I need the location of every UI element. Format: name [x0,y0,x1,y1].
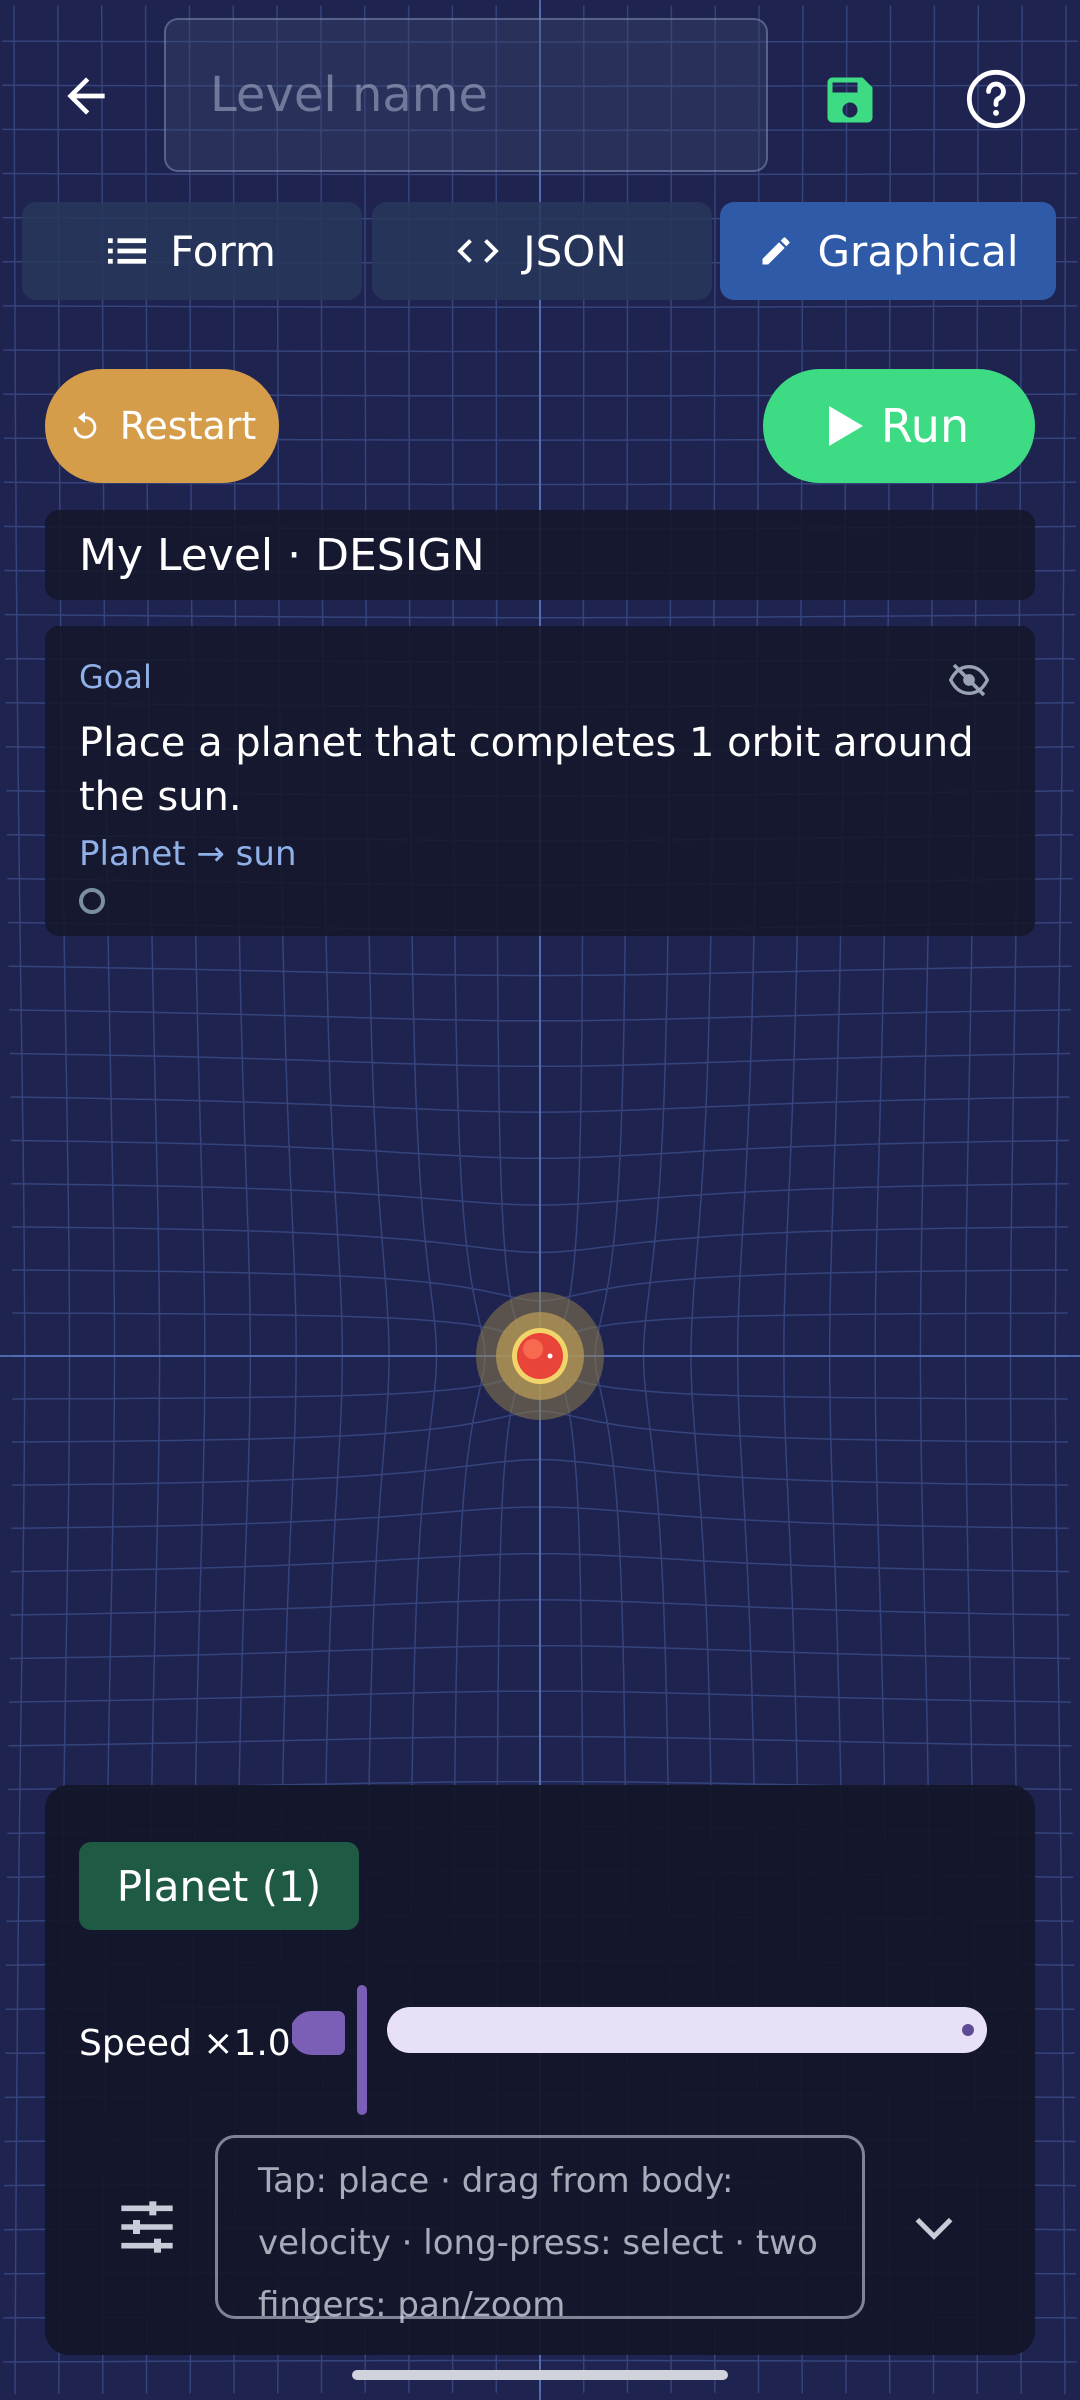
goal-text: Place a planet that completes 1 orbit ar… [79,720,974,820]
list-icon [108,238,147,264]
arrow-left-icon [67,77,105,115]
goal-panel: Goal Place a planet that completes 1 orb… [45,626,1035,936]
restart-button[interactable]: Restart [45,369,279,483]
home-indicator[interactable] [352,2370,728,2380]
level-title: My Level · DESIGN [79,529,485,581]
settings-button[interactable] [117,2197,177,2257]
slider-active-track [292,2011,345,2055]
chevron-down-icon [915,2217,953,2240]
save-button[interactable] [812,62,888,138]
tab-graphical-label: Graphical [817,226,1019,276]
tab-graphical[interactable]: Graphical [720,202,1056,300]
controls-panel: Planet (1) Speed ×1.0 Tap: place · drag … [45,1785,1035,2355]
restart-label: Restart [119,404,257,448]
level-title-bar: My Level · DESIGN [45,510,1035,600]
tune-icon [121,2201,173,2253]
speed-label: Speed ×1.0 [79,2023,291,2064]
tab-form[interactable]: Form [22,202,362,300]
floppy-disk-icon [827,77,873,123]
tab-json[interactable]: JSON [372,202,712,300]
gesture-hint: Tap: place · drag from body: velocity · … [215,2135,865,2325]
code-icon [457,239,499,263]
run-button[interactable]: Run [763,369,1035,483]
speed-slider[interactable] [292,1985,992,2115]
eye-off-icon [949,663,989,697]
play-icon [828,406,863,446]
goal-label: Goal [79,658,152,696]
level-name-input[interactable] [164,18,768,172]
help-circle-icon [966,69,1026,129]
planet-chip-label: Planet (1) [116,1861,322,1911]
tab-form-label: Form [170,226,276,276]
run-label: Run [880,399,970,453]
slider-end-dot [962,2024,974,2036]
expand-button[interactable] [911,2213,957,2243]
tab-json-label: JSON [523,226,627,276]
slider-thumb [357,1985,367,2115]
slider-inactive-track [387,2007,987,2053]
goal-hint: Planet → sun [79,834,297,874]
back-button[interactable] [50,60,122,132]
sun-icon[interactable] [476,1292,604,1420]
restart-icon [73,411,97,439]
pencil-icon [762,237,789,265]
help-button[interactable] [955,58,1037,140]
hide-goal-button[interactable] [945,658,993,702]
planet-chip[interactable]: Planet (1) [79,1842,359,1930]
goal-progress-indicator [79,888,105,914]
